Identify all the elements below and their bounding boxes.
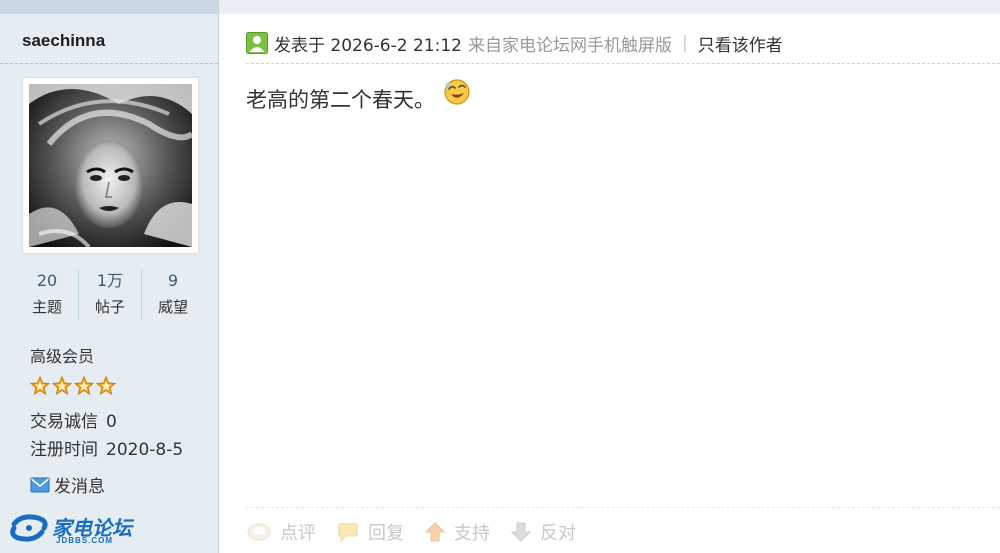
post-content: 老高的第二个春天。 — [246, 88, 435, 112]
register-date-label: 注册时间 — [30, 440, 98, 460]
author-name[interactable]: saechinna — [22, 31, 105, 51]
stat-prestige-label: 威望 — [157, 298, 188, 316]
star-icon — [30, 376, 50, 396]
post-header: 发表于 2026-6-2 21:12 来自家电论坛网手机触屏版 | 只看该作者 — [246, 30, 783, 56]
register-date-row: 注册时间 2020-8-5 — [30, 435, 183, 460]
support-label[interactable]: 支持 — [454, 519, 490, 545]
divider — [0, 63, 218, 64]
rank-stars — [30, 376, 116, 398]
send-message-link[interactable]: 发消息 — [30, 472, 105, 497]
thumb-down-arrow-icon — [510, 522, 532, 542]
comment-icon — [247, 523, 271, 541]
online-user-icon — [246, 32, 268, 54]
avatar[interactable] — [23, 78, 198, 253]
post-actions: 点评 回复 支持 反对 — [246, 518, 576, 546]
comment-button[interactable]: 点评 — [246, 519, 316, 545]
avatar-image[interactable] — [29, 84, 192, 247]
star-icon — [52, 376, 72, 396]
header-separator: | — [681, 33, 688, 53]
reply-icon — [338, 523, 358, 543]
post-top-bar — [219, 0, 1000, 14]
site-logo[interactable]: 家电论坛 JDBBS.COM — [8, 510, 138, 546]
divider — [246, 63, 1000, 64]
stat-topics-label: 主题 — [31, 298, 62, 316]
logo-subtext: JDBBS.COM — [56, 536, 114, 545]
envelope-icon — [30, 477, 50, 492]
oppose-label[interactable]: 反对 — [540, 519, 576, 545]
stat-topics-value[interactable]: 20 — [16, 268, 78, 294]
star-icon — [74, 376, 94, 396]
member-level[interactable]: 高级会员 — [30, 343, 94, 367]
only-author-link[interactable]: 只看该作者 — [698, 31, 783, 56]
post-timestamp: 发表于 2026-6-2 21:12 — [274, 35, 462, 56]
stat-posts-label: 帖子 — [94, 298, 125, 316]
post-source: 来自家电论坛网手机触屏版 — [467, 35, 672, 56]
star-icon — [96, 376, 116, 396]
grin-emoji-icon — [444, 79, 470, 105]
send-message-label[interactable]: 发消息 — [54, 472, 105, 497]
register-date-value: 2020-8-5 — [106, 440, 184, 460]
reply-button[interactable]: 回复 — [336, 519, 404, 545]
comment-label[interactable]: 点评 — [280, 519, 316, 545]
stat-prestige[interactable]: 9 威望 — [142, 268, 204, 320]
author-sidebar: saechinna 20 主题 1万 帖子 9 威望 高级会员 交易诚信 0 注… — [0, 0, 219, 553]
thumb-up-arrow-icon — [424, 522, 446, 542]
reply-label[interactable]: 回复 — [368, 519, 404, 545]
sidebar-top-bar — [0, 0, 218, 14]
trade-credit-value[interactable]: 0 — [106, 412, 117, 432]
divider — [246, 507, 1000, 508]
support-button[interactable]: 支持 — [424, 519, 490, 545]
trade-credit-label: 交易诚信 — [30, 412, 98, 432]
oppose-button[interactable]: 反对 — [510, 519, 576, 545]
stat-posts[interactable]: 1万 帖子 — [79, 268, 141, 320]
trade-credit-row: 交易诚信 0 — [30, 407, 117, 432]
stat-prestige-value[interactable]: 9 — [142, 268, 204, 294]
stat-posts-value[interactable]: 1万 — [79, 268, 141, 294]
stat-topics[interactable]: 20 主题 — [16, 268, 78, 320]
